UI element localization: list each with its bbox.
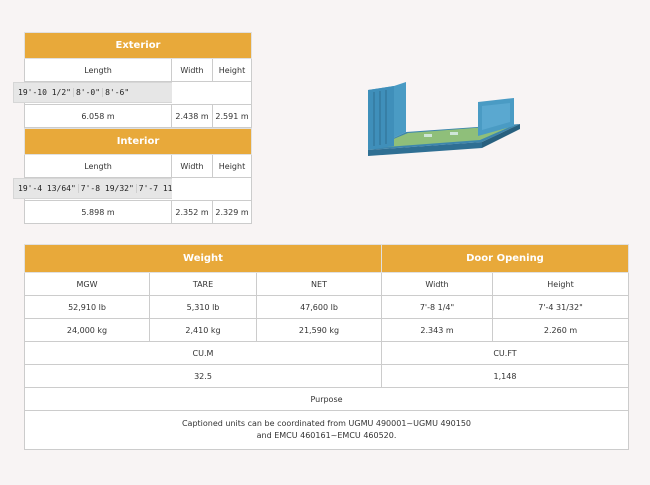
interior-table: Interior Length Width Height 19'-4 13/64… [13, 128, 252, 224]
door-height-metric: 2.260 m [492, 318, 629, 342]
weight-net-lb: 47,600 lb [256, 295, 382, 319]
exterior-title: Exterior [24, 32, 252, 59]
interior-height-metric: 2.329 m [212, 200, 252, 224]
cum-value: 32.5 [24, 364, 382, 388]
weight-title: Weight [24, 244, 382, 273]
exterior-width-imperial: 8'-0" [74, 88, 104, 97]
specs-table: Weight Door Opening MGW TARE NET Width H… [24, 244, 629, 450]
cuft-label: CU.FT [381, 341, 629, 365]
weight-net-header: NET [256, 272, 382, 296]
purpose-line-1: Captioned units can be coordinated from … [181, 419, 472, 428]
purpose-label: Purpose [24, 387, 629, 411]
purpose-note: Captioned units can be coordinated from … [24, 410, 629, 450]
exterior-imperial-row: 19'-10 1/2" 8'-0" 8'-6" [13, 81, 252, 105]
interior-width-metric: 2.352 m [171, 200, 213, 224]
weight-tare-header: TARE [149, 272, 257, 296]
door-height-imperial: 7'-4 31/32" [492, 295, 629, 319]
interior-width-imperial: 7'-8 19/32" [79, 184, 137, 193]
weight-mgw-lb: 52,910 lb [24, 295, 150, 319]
interior-imperial-values: 19'-4 13/64" 7'-8 19/32" 7'-7 11/16" [13, 178, 192, 199]
weight-net-kg: 21,590 kg [256, 318, 382, 342]
exterior-width-metric: 2.438 m [171, 104, 213, 128]
weight-mgw-kg: 24,000 kg [24, 318, 150, 342]
interior-imperial-row: 19'-4 13/64" 7'-8 19/32" 7'-7 11/16" [13, 177, 252, 201]
interior-title: Interior [24, 128, 252, 155]
purpose-line-2: and EMCU 460161~EMCU 460520. [256, 431, 397, 440]
weight-tare-kg: 2,410 kg [149, 318, 257, 342]
exterior-table: Exterior Length Width Height 19'-10 1/2"… [13, 32, 252, 128]
exterior-height-imperial: 8'-6" [105, 88, 130, 97]
door-opening-title: Door Opening [381, 244, 629, 273]
weight-tare-lb: 5,310 lb [149, 295, 257, 319]
door-width-metric: 2.343 m [381, 318, 493, 342]
weight-mgw-header: MGW [24, 272, 150, 296]
interior-width-header: Width [171, 154, 213, 178]
door-height-header: Height [492, 272, 629, 296]
cum-label: CU.M [24, 341, 382, 365]
interior-height-header: Height [212, 154, 252, 178]
interior-length-metric: 5.898 m [24, 200, 172, 224]
container-front-wall-face [368, 86, 394, 150]
exterior-length-metric: 6.058 m [24, 104, 172, 128]
exterior-imperial-values: 19'-10 1/2" 8'-0" 8'-6" [13, 82, 183, 103]
door-width-header: Width [381, 272, 493, 296]
exterior-width-header: Width [171, 58, 213, 82]
flat-rack-container-image [368, 82, 520, 156]
exterior-height-header: Height [212, 58, 252, 82]
exterior-height-metric: 2.591 m [212, 104, 252, 128]
interior-length-header: Length [24, 154, 172, 178]
exterior-length-header: Length [24, 58, 172, 82]
interior-length-imperial: 19'-4 13/64" [16, 184, 79, 193]
door-width-imperial: 7'-8 1/4" [381, 295, 493, 319]
exterior-length-imperial: 19'-10 1/2" [16, 88, 74, 97]
cuft-value: 1,148 [381, 364, 629, 388]
